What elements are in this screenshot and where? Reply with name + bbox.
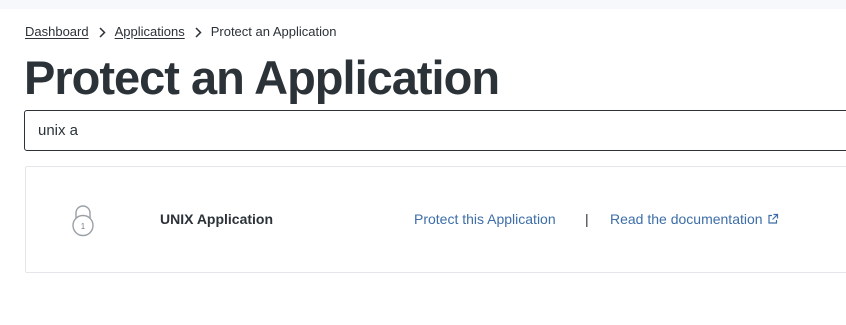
search-input[interactable] [24, 110, 846, 151]
page-title: Protect an Application [24, 51, 500, 104]
chevron-right-icon [89, 26, 115, 38]
lock-icon: 1 [70, 203, 96, 237]
breadcrumb-dashboard-link[interactable]: Dashboard [25, 24, 89, 40]
link-separator: | [585, 211, 589, 227]
lock-number: 1 [81, 222, 86, 231]
read-documentation-link[interactable]: Read the documentation [610, 211, 779, 227]
top-strip [0, 0, 846, 9]
external-link-icon [767, 213, 779, 225]
application-name: UNIX Application [160, 211, 274, 227]
result-card: 1 UNIX Application Protect this Applicat… [25, 166, 846, 273]
breadcrumb-applications-link[interactable]: Applications [115, 24, 185, 40]
breadcrumb: Dashboard Applications Protect an Applic… [25, 24, 336, 40]
read-documentation-label: Read the documentation [610, 211, 763, 227]
protect-application-link[interactable]: Protect this Application [414, 211, 556, 227]
breadcrumb-current: Protect an Application [210, 24, 337, 39]
chevron-right-icon [185, 26, 211, 38]
